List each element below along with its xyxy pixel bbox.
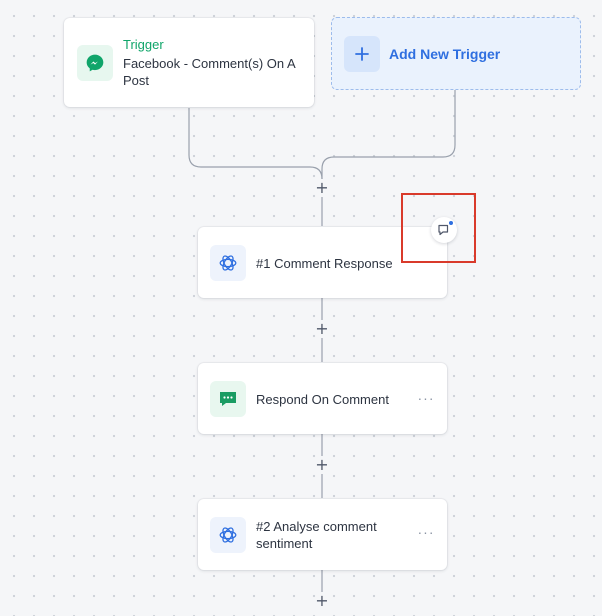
trigger-card[interactable]: Trigger Facebook - Comment(s) On A Post [64,18,314,107]
step-label: #2 Analyse comment sentiment [256,519,377,551]
plus-icon [344,36,380,72]
step-label: #1 Comment Response [256,256,393,271]
trigger-description: Facebook - Comment(s) On A Post [123,56,295,88]
add-note-button[interactable] [431,217,457,243]
openai-icon [210,517,246,553]
trigger-title: Trigger [123,37,164,52]
messenger-icon [77,45,113,81]
add-step-button[interactable]: + [314,321,330,337]
add-step-button[interactable]: + [314,457,330,473]
step-card-analyse-sentiment[interactable]: #2 Analyse comment sentiment ··· [198,499,447,570]
chat-bubble-icon [210,381,246,417]
add-trigger-label: Add New Trigger [389,46,501,62]
more-options-icon[interactable]: ··· [415,524,437,540]
notification-dot-icon [448,220,454,226]
add-step-button[interactable]: + [314,593,330,609]
add-step-button[interactable]: + [314,180,330,196]
step-label: Respond On Comment [256,392,389,407]
more-options-icon[interactable]: ··· [415,390,437,406]
openai-icon [210,245,246,281]
step-card-respond-on-comment[interactable]: Respond On Comment ··· [198,363,447,434]
add-trigger-button[interactable]: Add New Trigger [331,17,581,90]
